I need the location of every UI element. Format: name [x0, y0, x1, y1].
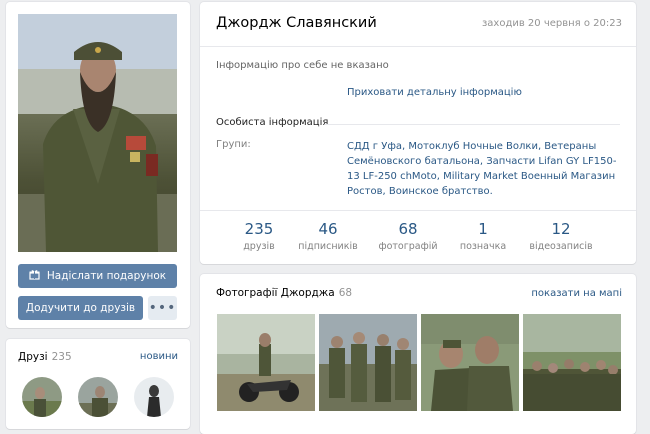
groups-label: Групи:: [216, 139, 251, 150]
photos-title: Фотографії Джорджа: [216, 287, 335, 299]
counter-value: 1: [478, 220, 488, 238]
divider: [325, 124, 620, 125]
friends-card: Друзі 235 новини: [6, 339, 190, 429]
counter-friends[interactable]: 235 друзів: [234, 220, 284, 252]
counter-videos[interactable]: 12 відеозаписів: [525, 220, 597, 252]
add-friend-button[interactable]: Додучити до друзів: [18, 296, 143, 320]
counter-tags[interactable]: 1 позначка: [456, 220, 510, 252]
personal-info-heading: Особиста інформація: [216, 117, 329, 128]
counter-label: відеозаписів: [529, 241, 593, 252]
photo-thumbnail[interactable]: [319, 314, 417, 411]
counter-label: друзів: [243, 241, 275, 252]
profile-info-card: Джордж Славянский заходив 20 червня о 20…: [200, 2, 636, 264]
more-icon: •••: [148, 300, 177, 316]
photo-thumbnail[interactable]: [217, 314, 315, 411]
gift-icon: [29, 269, 40, 283]
friends-count: 235: [51, 351, 72, 363]
add-friend-label: Додучити до друзів: [25, 302, 136, 314]
divider: [200, 210, 636, 211]
profile-avatar[interactable]: [18, 14, 177, 252]
counter-value: 46: [318, 220, 338, 238]
divider: [200, 46, 636, 47]
show-on-map-link[interactable]: показати на мапі: [531, 288, 622, 299]
photo-thumbnail[interactable]: [421, 314, 519, 411]
counter-value: 235: [244, 220, 274, 238]
groups-list[interactable]: СДД г Уфа, Мотоклуб Ночные Волки, Ветера…: [347, 139, 623, 199]
friend-avatar[interactable]: [22, 377, 62, 417]
photos-count: 68: [338, 287, 353, 299]
counter-photos[interactable]: 68 фотографій: [377, 220, 439, 252]
send-gift-label: Надіслати подарунок: [46, 270, 167, 282]
friend-avatar[interactable]: [134, 377, 174, 417]
photos-header[interactable]: Фотографії Джорджа 68: [216, 287, 352, 299]
more-actions-button[interactable]: •••: [148, 296, 177, 320]
no-info-text: Інформацію про себе не вказано: [216, 60, 389, 71]
friends-news-link[interactable]: новини: [140, 351, 178, 362]
hide-details-link[interactable]: Приховати детальну інформацію: [347, 87, 522, 98]
send-gift-button[interactable]: Надіслати подарунок: [18, 264, 177, 288]
photos-card: Фотографії Джорджа 68 показати на мапі: [200, 274, 636, 434]
profile-photo-card: Надіслати подарунок Додучити до друзів •…: [6, 2, 190, 328]
profile-name: Джордж Славянский: [216, 15, 377, 31]
counter-label: підписників: [298, 241, 358, 252]
counter-value: 12: [551, 220, 571, 238]
counter-label: фотографій: [378, 241, 438, 252]
friend-avatar[interactable]: [78, 377, 118, 417]
last-seen-status: заходив 20 червня о 20:23: [481, 18, 622, 29]
counter-followers[interactable]: 46 підписників: [298, 220, 358, 252]
friends-header[interactable]: Друзі 235: [18, 351, 72, 363]
counter-label: позначка: [459, 241, 507, 252]
photo-thumbnail[interactable]: [523, 314, 621, 411]
counter-value: 68: [398, 220, 418, 238]
friends-title: Друзі: [18, 351, 48, 363]
